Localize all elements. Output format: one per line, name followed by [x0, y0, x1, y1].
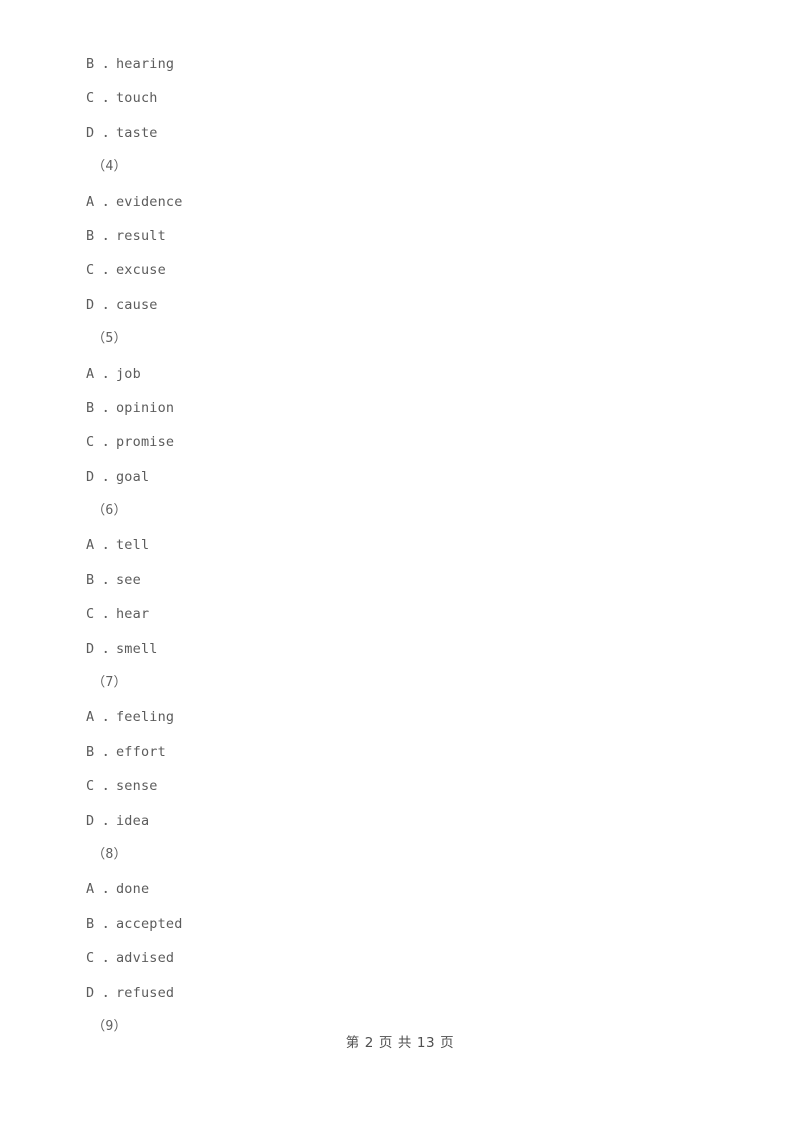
answer-option[interactable]: C ．touch	[0, 81, 800, 115]
answer-option[interactable]: B ．hearing	[0, 47, 800, 81]
option-separator: ．	[94, 709, 116, 726]
answer-option[interactable]: A ．done	[0, 872, 800, 906]
option-separator: ．	[94, 606, 116, 623]
option-separator: ．	[94, 640, 116, 657]
question-group-header: （6）	[92, 503, 127, 519]
answer-option[interactable]: D ．smell	[0, 632, 800, 666]
option-separator: ．	[94, 571, 116, 588]
answer-option[interactable]: C ．advised	[0, 941, 800, 975]
answer-option[interactable]: D ．refused	[0, 976, 800, 1010]
option-text: feeling	[115, 709, 175, 726]
option-separator: ．	[94, 950, 116, 967]
option-text: promise	[115, 434, 175, 451]
option-text: goal	[115, 468, 150, 485]
option-separator: ．	[94, 537, 116, 554]
option-separator: ．	[94, 434, 116, 451]
option-text: tell	[115, 537, 150, 554]
question-group-header: （5）	[92, 331, 127, 347]
option-separator: ．	[94, 262, 116, 279]
option-separator: ．	[94, 193, 116, 210]
page-footer: 第 2 页 共 13 页	[345, 1035, 455, 1051]
answer-option[interactable]: D ．taste	[0, 116, 800, 150]
option-text: hearing	[115, 56, 175, 72]
option-separator: ．	[94, 915, 116, 932]
answer-option[interactable]: C ．hear	[0, 597, 800, 631]
question-group-header: （4）	[92, 159, 127, 175]
option-separator: ．	[94, 399, 116, 416]
option-text: idea	[115, 812, 150, 829]
option-separator: ．	[94, 984, 116, 1001]
option-text: sense	[115, 778, 158, 795]
option-separator: ．	[94, 124, 116, 141]
option-text: accepted	[115, 915, 183, 932]
option-separator: ．	[94, 812, 116, 829]
question-group-header: （8）	[92, 846, 127, 862]
answer-option[interactable]: A ．job	[0, 357, 800, 391]
option-text: effort	[115, 743, 166, 760]
option-separator: ．	[94, 468, 116, 485]
option-text: excuse	[115, 262, 166, 279]
option-separator: ．	[94, 881, 116, 898]
answer-option[interactable]: B ．effort	[0, 735, 800, 769]
answer-option[interactable]: C ．sense	[0, 769, 800, 803]
answer-option[interactable]: B ．accepted	[0, 907, 800, 941]
option-text: hear	[115, 606, 150, 623]
document-page: B ．hearing C ．touch D ．taste （4） A ．evidence…	[0, 0, 800, 1132]
option-text: opinion	[115, 399, 175, 416]
option-text: smell	[115, 640, 158, 657]
option-separator: ．	[94, 296, 116, 313]
answer-option[interactable]: C ．excuse	[0, 253, 800, 287]
option-text: done	[115, 881, 150, 898]
answer-option[interactable]: D ．cause	[0, 288, 800, 322]
question-group-header: （7）	[92, 675, 127, 691]
answer-option[interactable]: D ．goal	[0, 460, 800, 494]
option-separator: ．	[94, 365, 116, 382]
option-text: evidence	[115, 193, 183, 210]
answer-option[interactable]: A ．feeling	[0, 700, 800, 734]
option-text: cause	[115, 296, 158, 313]
option-separator: ．	[94, 227, 116, 244]
answer-option[interactable]: A ．tell	[0, 528, 800, 562]
option-separator: ．	[94, 56, 116, 72]
answer-option[interactable]: B ．result	[0, 219, 800, 253]
answer-option[interactable]: C ．promise	[0, 425, 800, 459]
answer-option[interactable]: B ．see	[0, 563, 800, 597]
option-separator: ．	[94, 778, 116, 795]
answer-option[interactable]: B ．opinion	[0, 391, 800, 425]
option-text: advised	[115, 950, 175, 967]
answer-option[interactable]: A ．evidence	[0, 185, 800, 219]
question-list: B ．hearing C ．touch D ．taste （4） A ．evidence…	[0, 47, 800, 1044]
option-text: touch	[115, 90, 158, 107]
answer-option[interactable]: D ．idea	[0, 804, 800, 838]
option-text: see	[115, 571, 141, 588]
option-text: result	[115, 227, 166, 244]
option-text: refused	[115, 984, 175, 1001]
option-separator: ．	[94, 90, 116, 107]
option-text: taste	[115, 124, 158, 141]
option-text: job	[115, 365, 141, 382]
option-separator: ．	[94, 743, 116, 760]
